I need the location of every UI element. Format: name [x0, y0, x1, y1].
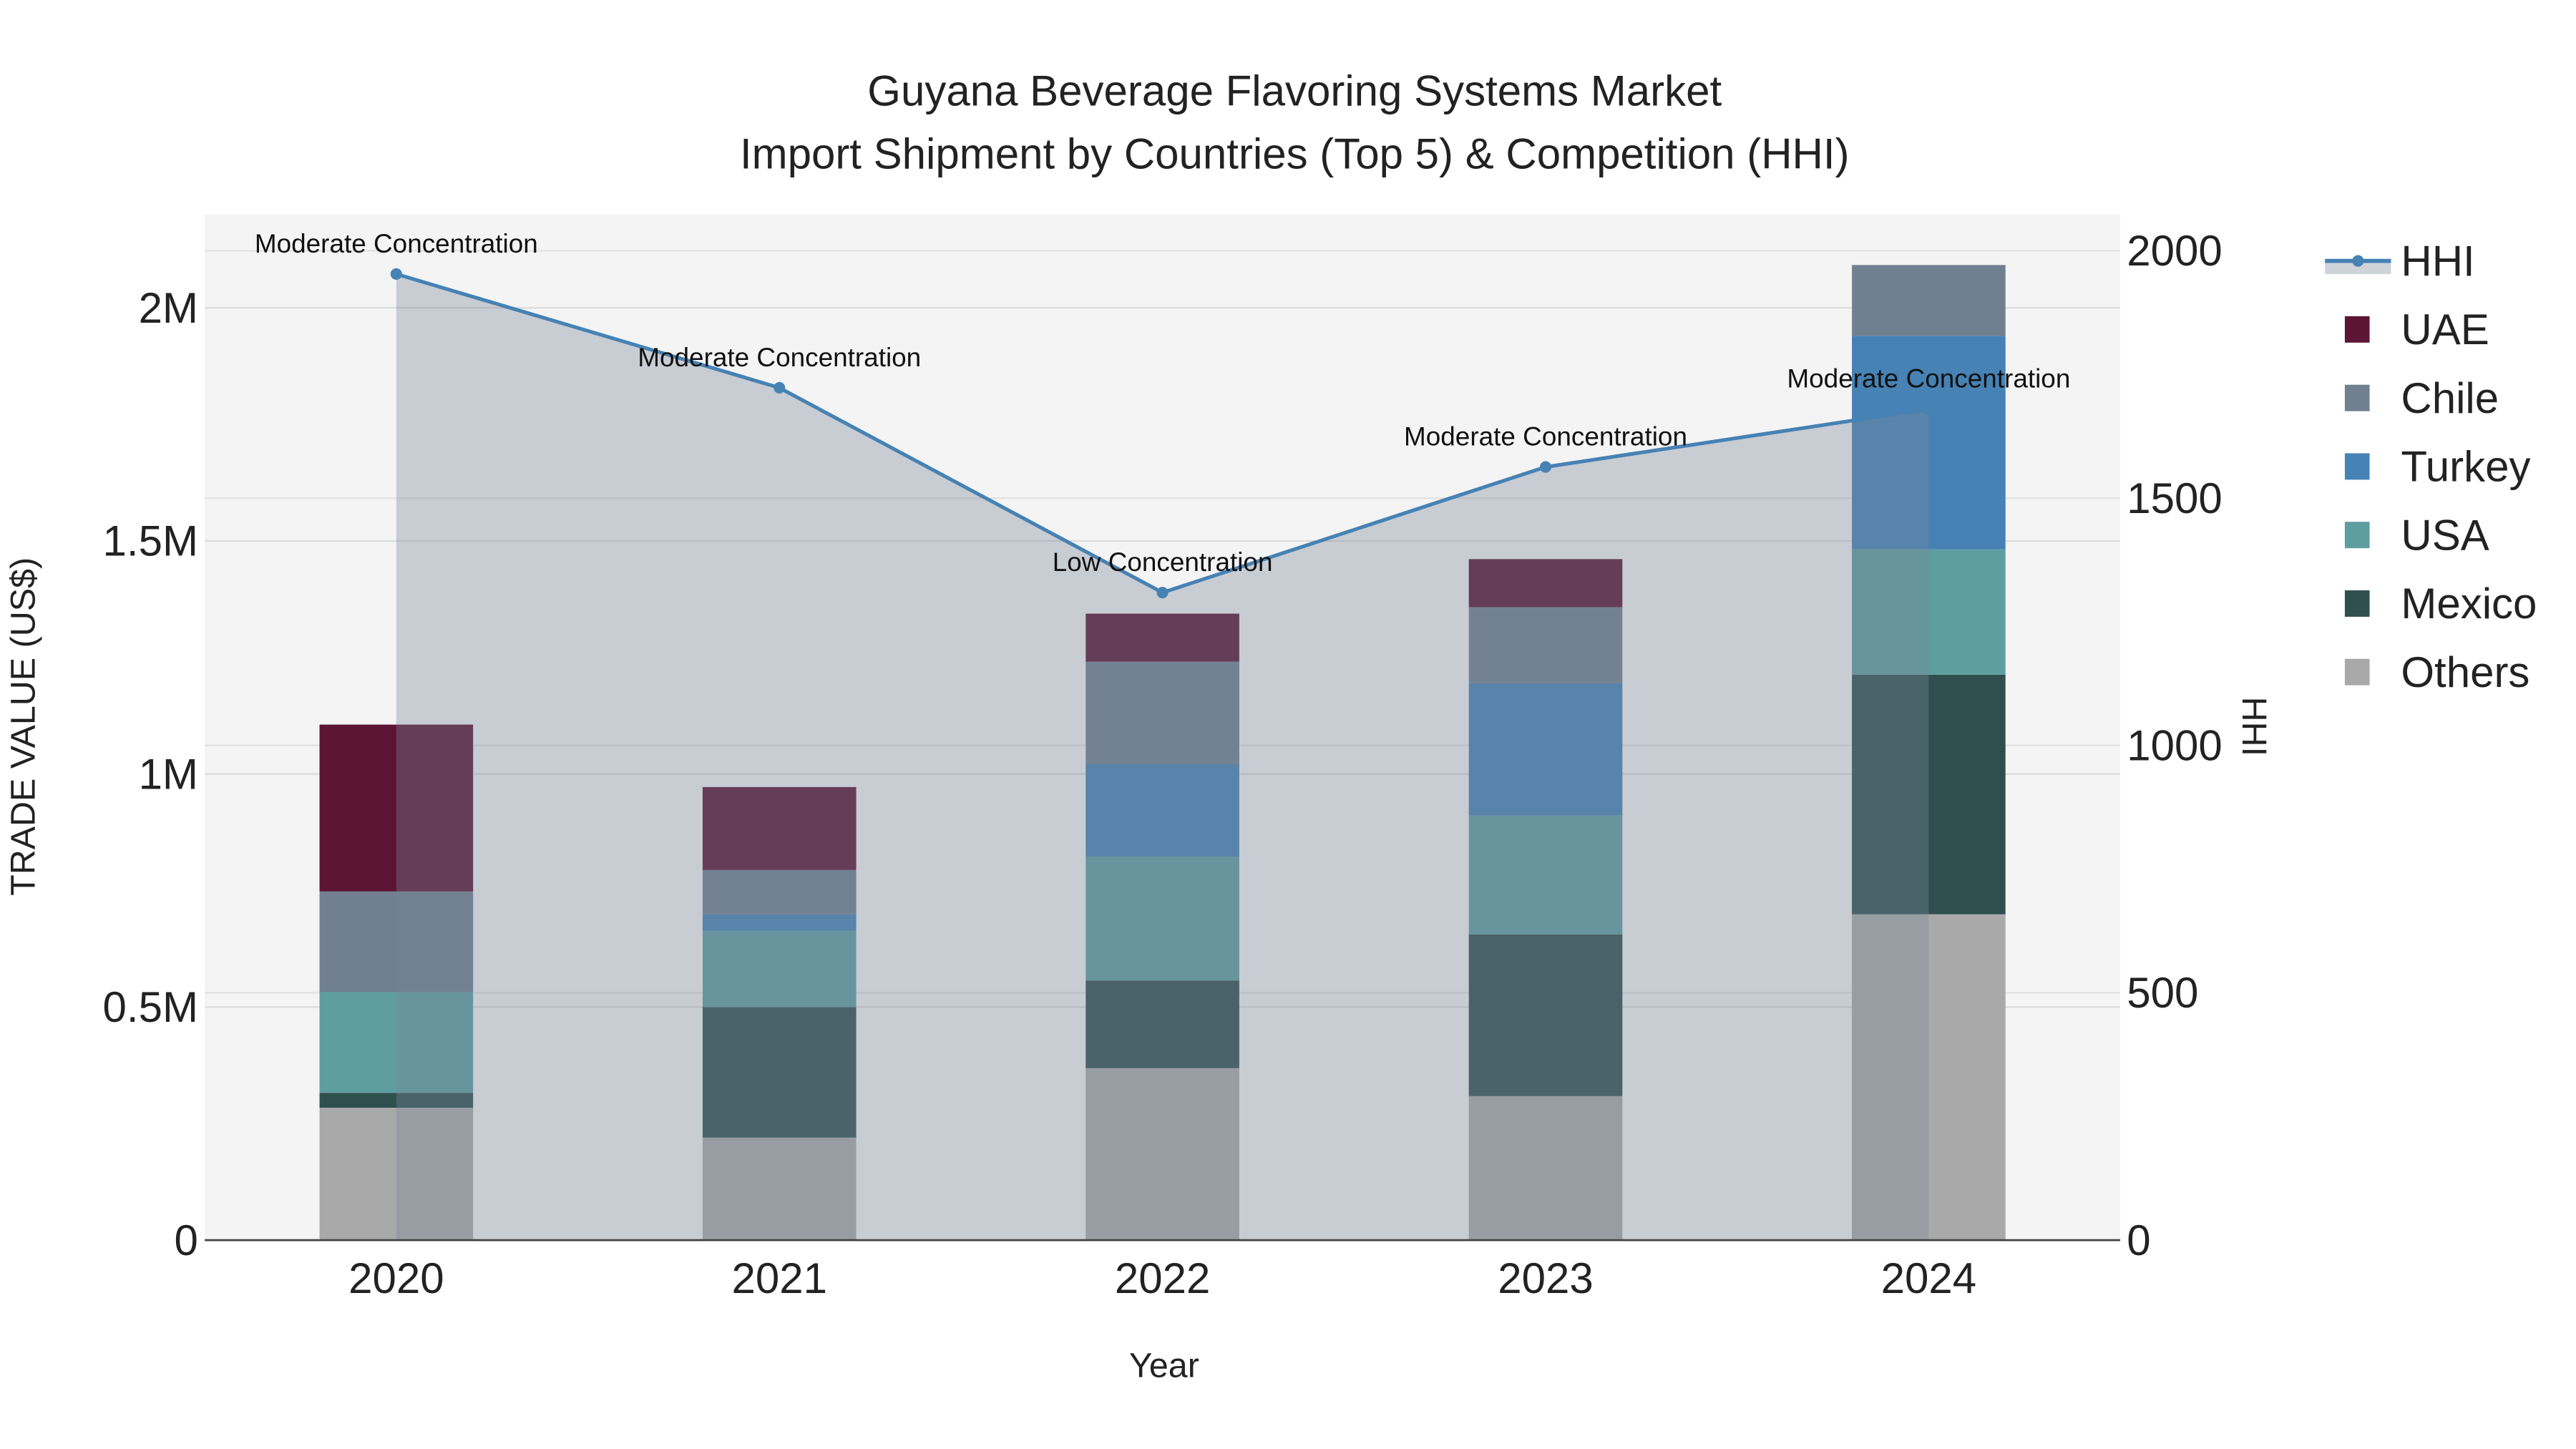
- hhi-point-2020: [390, 268, 402, 280]
- legend-item-usa[interactable]: USA: [2344, 511, 2489, 559]
- legend-label: HHI: [2401, 237, 2474, 285]
- hhi-annotation: Low Concentration: [1053, 547, 1273, 577]
- x-axis-title: Year: [1129, 1347, 1199, 1385]
- legend-item-hhi[interactable]: HHI: [2325, 237, 2475, 285]
- x-tick-label: 2024: [1881, 1254, 1976, 1302]
- legend-label: Mexico: [2401, 580, 2537, 628]
- y2-tick-label: 0: [2127, 1216, 2150, 1264]
- hhi-point-2023: [1539, 461, 1552, 473]
- y-axis-title: TRADE VALUE (US$): [4, 557, 42, 896]
- y2-axis-title: HHI: [2235, 697, 2273, 756]
- legend-label: USA: [2401, 511, 2489, 559]
- legend-swatch: [2344, 316, 2370, 343]
- y-tick-label: 2M: [139, 284, 198, 332]
- y-tick-label: 1.5M: [103, 517, 198, 565]
- legend-marker: [2352, 255, 2364, 267]
- y2-tick-label: 500: [2127, 969, 2198, 1017]
- chart-title: Guyana Beverage Flavoring Systems Market: [867, 67, 1722, 115]
- hhi-point-2021: [774, 381, 786, 394]
- bar-chile-2024: [1852, 265, 2006, 336]
- x-tick-label: 2020: [348, 1254, 444, 1302]
- legend-swatch: [2344, 522, 2370, 549]
- y-tick-label: 0: [175, 1216, 198, 1264]
- hhi-annotation: Moderate Concentration: [1787, 364, 2070, 394]
- hhi-annotation: Moderate Concentration: [638, 343, 921, 372]
- y-tick-label: 1M: [139, 750, 198, 798]
- chart-subtitle: Import Shipment by Countries (Top 5) & C…: [740, 130, 1850, 177]
- hhi-point-2022: [1156, 587, 1169, 599]
- hhi-annotation: Moderate Concentration: [255, 229, 538, 258]
- legend-label: Others: [2401, 648, 2529, 696]
- legend-item-turkey[interactable]: Turkey: [2344, 443, 2531, 491]
- legend-swatch: [2344, 384, 2370, 411]
- chart: Moderate Concentration Moderate Concentra…: [4, 67, 2537, 1385]
- legend-item-mexico[interactable]: Mexico: [2344, 580, 2537, 628]
- x-tick-label: 2021: [731, 1254, 826, 1302]
- hhi-point-2024: [1923, 403, 1935, 415]
- y2-tick-label: 1000: [2127, 722, 2222, 770]
- legend-item-others[interactable]: Others: [2344, 648, 2530, 696]
- y2-tick-label: 2000: [2127, 227, 2222, 275]
- y2-tick-label: 1500: [2127, 474, 2222, 522]
- legend-label: Turkey: [2401, 443, 2530, 491]
- x-tick-label: 2023: [1498, 1254, 1593, 1302]
- y-tick-label: 0.5M: [103, 983, 198, 1031]
- legend: HHI UAE Chile Turkey USA Mexico Others: [2325, 237, 2537, 696]
- legend-swatch: [2344, 453, 2370, 480]
- legend-label: UAE: [2401, 306, 2489, 353]
- hhi-annotation: Moderate Concentration: [1404, 422, 1687, 452]
- legend-item-chile[interactable]: Chile: [2344, 374, 2499, 422]
- x-tick-label: 2022: [1115, 1254, 1210, 1302]
- legend-item-uae[interactable]: UAE: [2344, 306, 2489, 353]
- legend-label: Chile: [2401, 374, 2499, 422]
- legend-swatch: [2344, 658, 2370, 686]
- legend-swatch: [2344, 590, 2370, 617]
